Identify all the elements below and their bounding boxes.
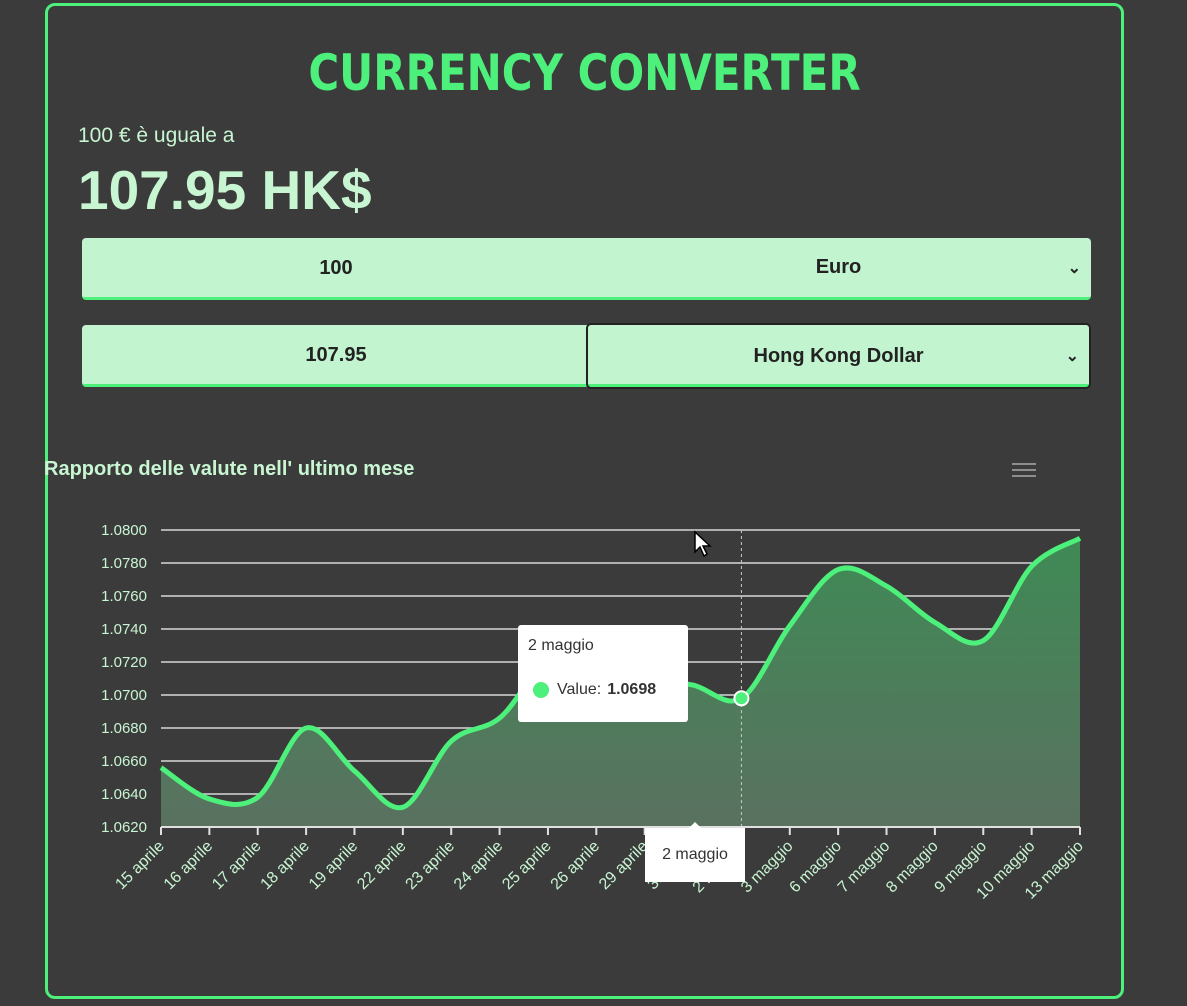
tooltip-value: 1.0698 <box>607 681 657 698</box>
series-dot-icon <box>533 681 549 698</box>
x-tick-label: 29 aprile <box>596 838 651 893</box>
x-tick-label: 24 aprile <box>451 838 506 893</box>
x-tick-label: 23 aprile <box>403 838 458 893</box>
x-tick-label: 25 aprile <box>499 838 554 893</box>
x-tick-label: 22 aprile <box>354 838 409 893</box>
x-tick-label: 3 maggio <box>738 838 797 897</box>
x-tick-label: 7 maggio <box>835 838 894 897</box>
x-tick-label: 17 aprile <box>209 838 264 893</box>
tooltip-label: Value: <box>557 681 602 698</box>
exchange-rate-chart: 1.0800 1.0780 1.0760 1.0740 1.0720 1.0700 1.06… <box>101 522 1087 903</box>
y-tick-label: 1.0800 <box>101 522 147 539</box>
crosshair-x-label: 2 maggio <box>645 822 745 882</box>
x-tick-label: 16 aprile <box>161 838 216 893</box>
y-tick-label: 1.0620 <box>101 819 147 836</box>
y-tick-label: 1.0680 <box>101 720 147 737</box>
hamburger-menu-icon[interactable] <box>1012 463 1036 481</box>
y-tick-label: 1.0700 <box>101 687 147 704</box>
y-tick-label: 1.0760 <box>101 588 147 605</box>
y-tick-label: 1.0640 <box>101 786 147 803</box>
y-tick-label: 1.0780 <box>101 555 147 572</box>
x-tick-label: 19 aprile <box>306 838 361 893</box>
chart-hover-point <box>733 690 750 707</box>
x-tick-label: 15 aprile <box>112 838 167 893</box>
x-tick-label: 6 maggio <box>786 838 845 897</box>
mouse-cursor-icon <box>694 530 712 558</box>
tooltip-date: 2 maggio <box>528 637 594 654</box>
x-tick-label: 18 aprile <box>258 838 313 893</box>
y-tick-label: 1.0740 <box>101 621 147 638</box>
y-tick-label: 1.0660 <box>101 753 147 770</box>
x-tick-label: 26 aprile <box>548 838 603 893</box>
chart-tooltip: 2 maggio Value: 1.0698 <box>518 625 688 722</box>
y-tick-label: 1.0720 <box>101 654 147 671</box>
x-tick-label: 8 maggio <box>883 838 942 897</box>
chart-title: Rapporto delle valute nell' ultimo mese <box>44 458 415 480</box>
